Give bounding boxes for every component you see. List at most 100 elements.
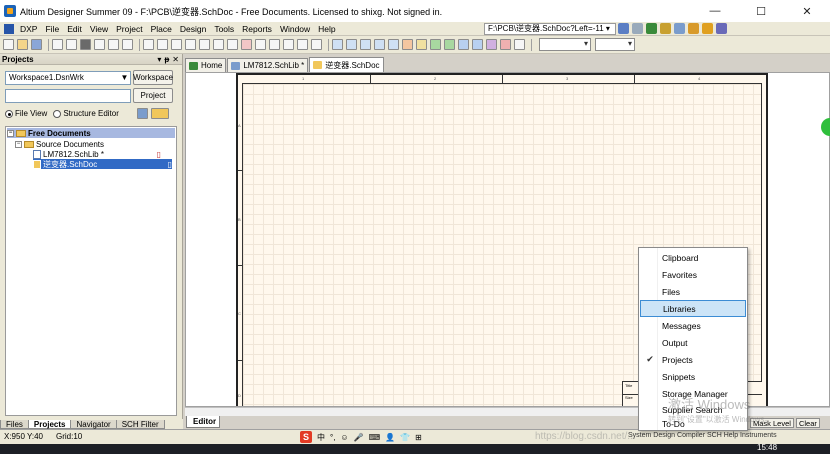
workspace-button[interactable]: Workspace (133, 70, 173, 85)
ime-keyboard-icon[interactable]: ⌨ (369, 433, 381, 442)
menu-item-messages[interactable]: Messages (640, 317, 746, 334)
menu-window[interactable]: Window (276, 24, 314, 34)
menu-project[interactable]: Project (112, 24, 146, 34)
project-search-input[interactable] (5, 88, 131, 103)
clear-button[interactable]: Clear (795, 418, 820, 428)
home-nav-icon[interactable] (646, 23, 657, 34)
bus-icon[interactable] (346, 39, 357, 50)
menu-tools[interactable]: Tools (210, 24, 238, 34)
rubber-stamp-icon[interactable] (185, 39, 196, 50)
workspace-select[interactable]: Workspace1.DsnWrk ▼ (5, 70, 131, 85)
grid-icon[interactable] (716, 23, 727, 34)
tab-projects[interactable]: Projects (27, 420, 72, 429)
menu-place[interactable]: Place (147, 24, 176, 34)
open-icon[interactable] (17, 39, 28, 50)
menu-reports[interactable]: Reports (238, 24, 276, 34)
tree-item-inverter-schdoc[interactable]: 逆变器.SchDoc ▯ (33, 159, 172, 169)
move-icon[interactable] (213, 39, 224, 50)
tab-files[interactable]: Files (0, 420, 29, 429)
project-options-icon[interactable] (136, 108, 148, 119)
directive-icon[interactable] (514, 39, 525, 50)
ime-emoji-icon[interactable]: ☺ (340, 433, 348, 442)
ime-mic-icon[interactable]: 🎤 (354, 433, 364, 442)
project-button[interactable]: Project (133, 88, 173, 103)
toolbar-combo-1[interactable] (539, 38, 591, 51)
doc-tab-home[interactable]: Home (185, 58, 227, 72)
tree-item-lm7812[interactable]: LM7812.SchLib * ▯ (33, 149, 161, 159)
select-area-icon[interactable] (199, 39, 210, 50)
bus-entry-icon[interactable] (360, 39, 371, 50)
wire-icon[interactable] (332, 39, 343, 50)
browse-library-icon[interactable] (311, 39, 322, 50)
no-erc-icon[interactable] (486, 39, 497, 50)
device-sheet-icon[interactable] (458, 39, 469, 50)
menu-help[interactable]: Help (314, 24, 339, 34)
device-icon[interactable] (80, 39, 91, 50)
undo-icon[interactable] (255, 39, 266, 50)
save-icon[interactable] (31, 39, 42, 50)
menu-item-projects[interactable]: ✔ Projects (640, 351, 746, 368)
menu-item-snippets[interactable]: Snippets (640, 368, 746, 385)
forward-icon[interactable] (632, 23, 643, 34)
menu-item-output[interactable]: Output (640, 334, 746, 351)
sheet-symbol-icon[interactable] (430, 39, 441, 50)
menu-design[interactable]: Design (176, 24, 210, 34)
deselect-icon[interactable] (241, 39, 252, 50)
menu-edit[interactable]: Edit (63, 24, 86, 34)
maximize-button[interactable]: ☐ (738, 0, 784, 22)
port-icon[interactable] (472, 39, 483, 50)
close-button[interactable]: ✕ (784, 0, 830, 22)
doc-tab-inverter-schdoc[interactable]: 逆变器.SchDoc (309, 57, 384, 72)
panel-menu-icon[interactable]: ▾ (157, 55, 161, 64)
favorites-icon[interactable] (660, 23, 671, 34)
zoom-select-icon[interactable] (122, 39, 133, 50)
harness-icon[interactable] (500, 39, 511, 50)
menu-item-favorites[interactable]: Favorites (640, 266, 746, 283)
menu-dxp[interactable]: DXP (16, 24, 41, 34)
folder-menu-icon[interactable] (150, 108, 169, 119)
tree-folder-source-documents[interactable]: − Source Documents (15, 139, 104, 149)
new-icon[interactable] (3, 39, 14, 50)
toolbar-combo-2[interactable] (595, 38, 635, 51)
zoom-fit-icon[interactable] (94, 39, 105, 50)
print-preview-icon[interactable] (66, 39, 77, 50)
menu-item-clipboard[interactable]: Clipboard (640, 249, 746, 266)
menu-file[interactable]: File (41, 24, 63, 34)
editor-tab[interactable]: Editor (186, 416, 220, 428)
cross-select-icon[interactable] (227, 39, 238, 50)
sheet-entry-icon[interactable] (444, 39, 455, 50)
zoom-area-icon[interactable] (108, 39, 119, 50)
cut-icon[interactable] (143, 39, 154, 50)
collapse-icon[interactable]: − (7, 129, 14, 137)
structure-editor-radio[interactable] (53, 109, 62, 118)
tab-sch-filter[interactable]: SCH Filter (115, 420, 165, 429)
doc-tab-lm7812-schlib[interactable]: LM7812.SchLib * (227, 58, 309, 72)
nav-arrow-icon[interactable] (674, 23, 685, 34)
copy-icon[interactable] (157, 39, 168, 50)
tab-navigator[interactable]: Navigator (70, 420, 117, 429)
menu-view[interactable]: View (86, 24, 112, 34)
menu-item-files[interactable]: Files (640, 283, 746, 300)
bulb-icon[interactable] (688, 23, 699, 34)
sogou-logo-icon[interactable]: S (300, 431, 312, 443)
tree-root-free-documents[interactable]: − Free Documents (7, 128, 175, 138)
net-label-icon[interactable] (374, 39, 385, 50)
hierarchy-icon[interactable] (283, 39, 294, 50)
print-icon[interactable] (52, 39, 63, 50)
document-path-field[interactable]: F:\PCB\逆变器.SchDoc?Left=-11 ▾ (484, 23, 616, 35)
ime-user-icon[interactable]: 👤 (385, 433, 395, 442)
paste-icon[interactable] (171, 39, 182, 50)
menu-item-libraries[interactable]: Libraries (640, 300, 746, 317)
ime-grid-icon[interactable]: ⊞ (415, 433, 422, 442)
vcc-port-icon[interactable] (402, 39, 413, 50)
panel-pin-icon[interactable]: ᵽ (164, 55, 169, 64)
ime-chinese-icon[interactable]: 中 (317, 432, 325, 443)
collapse-icon[interactable]: − (15, 140, 22, 148)
diamond-icon[interactable] (702, 23, 713, 34)
system-panels-text[interactable]: System Design Compiler SCH Help Instrume… (628, 432, 777, 439)
panel-close-icon[interactable]: ✕ (172, 55, 179, 64)
place-part-icon[interactable] (416, 39, 427, 50)
ime-punct-icon[interactable]: °, (330, 433, 335, 442)
ime-skin-icon[interactable]: 👕 (400, 433, 410, 442)
file-view-radio[interactable] (5, 109, 13, 118)
